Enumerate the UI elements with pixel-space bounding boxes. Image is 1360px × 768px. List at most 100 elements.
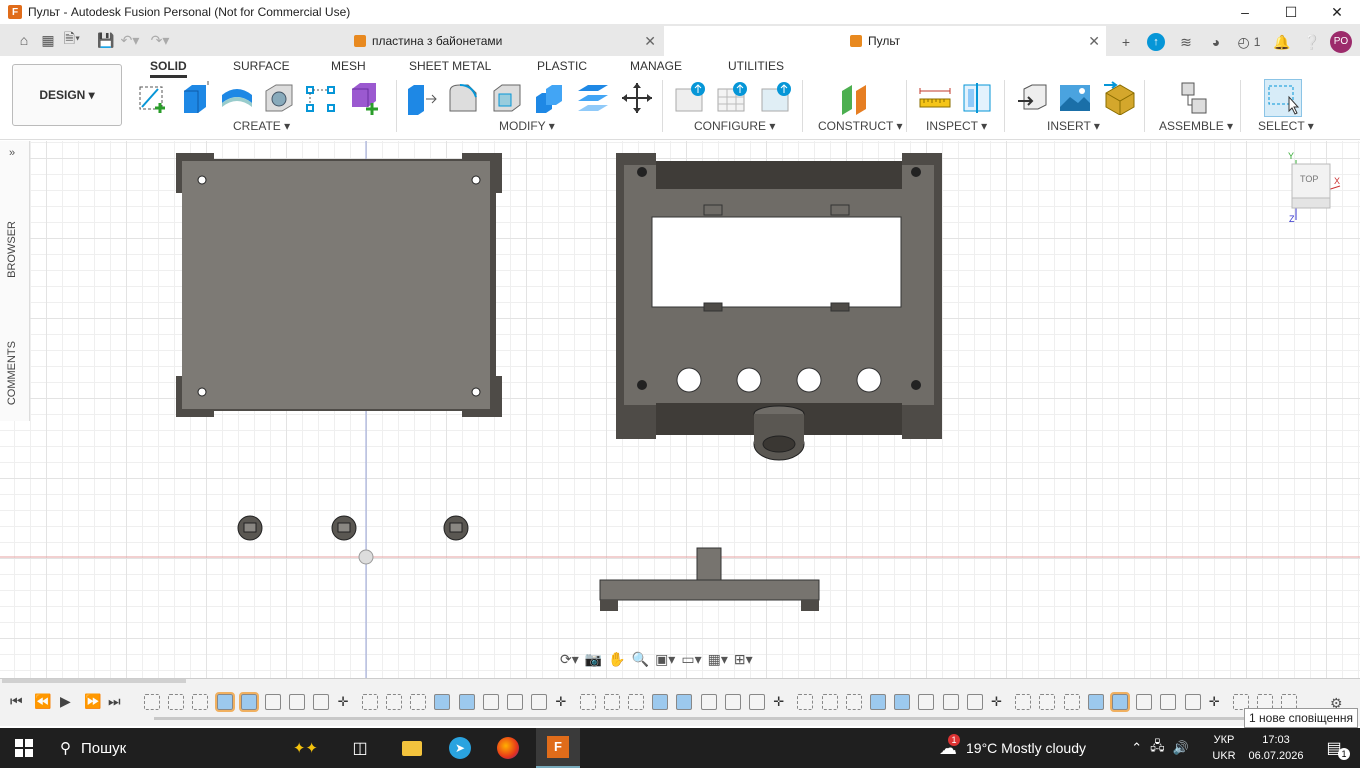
timeline-feature-fillet-icon[interactable] bbox=[749, 694, 765, 710]
insert-mesh-icon[interactable] bbox=[1102, 81, 1136, 115]
timeline-feature-move-icon[interactable]: ✛ bbox=[555, 694, 571, 710]
configure-icon[interactable] bbox=[674, 81, 708, 115]
timeline-feature-sketch-icon[interactable] bbox=[845, 694, 862, 710]
timeline-feature-extrude-icon[interactable] bbox=[894, 694, 911, 710]
hole-icon[interactable] bbox=[262, 81, 296, 115]
help-icon[interactable]: ❔ bbox=[1300, 30, 1324, 54]
start-button[interactable] bbox=[0, 728, 48, 768]
timeline-feature-fillet-icon[interactable] bbox=[531, 694, 548, 710]
timeline-feature-sketch-icon[interactable] bbox=[821, 694, 838, 710]
comments-panel-toggle[interactable]: COMMENTS bbox=[6, 341, 18, 405]
insert-group-label[interactable]: INSERT ▾ bbox=[1047, 119, 1100, 133]
timeline-play-icon[interactable]: ▶ bbox=[60, 693, 71, 710]
insert-canvas-icon[interactable] bbox=[1058, 81, 1092, 115]
close-tab-icon[interactable]: ✕ bbox=[1088, 33, 1100, 50]
view-cube[interactable]: TOP Y X Z bbox=[1288, 151, 1341, 224]
timeline-feature-extrude-icon[interactable] bbox=[238, 692, 259, 712]
timeline-feature-fillet-icon[interactable] bbox=[966, 694, 983, 710]
close-window-button[interactable]: ✕ bbox=[1314, 0, 1360, 24]
zoom-icon[interactable]: 🔍 bbox=[632, 651, 649, 668]
viewcube-face-top[interactable]: TOP bbox=[1300, 174, 1318, 184]
configure-table-icon[interactable] bbox=[716, 81, 750, 115]
timeline-feature-extrude-icon[interactable] bbox=[458, 694, 475, 710]
timeline-feature-sketch-icon[interactable] bbox=[1039, 694, 1056, 710]
new-component-icon[interactable] bbox=[1176, 81, 1210, 115]
job-status-icon[interactable]: ◴ 1 bbox=[1234, 30, 1264, 54]
inspect-group-label[interactable]: INSPECT ▾ bbox=[926, 119, 987, 133]
weather-text[interactable]: 19°C Mostly cloudy bbox=[966, 728, 1096, 768]
timeline-feature-revolve-icon[interactable] bbox=[942, 694, 959, 710]
tab-manage[interactable]: MANAGE bbox=[630, 59, 682, 73]
timeline-feature-sketch-icon[interactable] bbox=[386, 694, 402, 710]
shell-icon[interactable] bbox=[490, 81, 524, 115]
firefox-icon[interactable] bbox=[488, 728, 528, 768]
avatar[interactable]: PO bbox=[1330, 31, 1352, 53]
timeline-scrollbar[interactable] bbox=[154, 717, 1244, 720]
timeline-feature-extrude-icon[interactable] bbox=[434, 694, 451, 710]
fusion-taskbar-icon[interactable]: F bbox=[536, 728, 580, 768]
file-menu-icon[interactable]: 🗎▾ bbox=[60, 28, 84, 52]
timeline-feature-revolve-icon[interactable] bbox=[507, 694, 523, 710]
timeline-feature-fillet-icon[interactable] bbox=[1184, 694, 1201, 710]
task-view-icon[interactable]: ◫ bbox=[340, 728, 380, 768]
online-status-icon[interactable]: ◕ bbox=[1204, 30, 1228, 54]
timeline-feature-sketch-icon[interactable] bbox=[603, 694, 620, 710]
pan-icon[interactable]: ✋ bbox=[608, 651, 625, 668]
timeline-feature-sketch-icon[interactable] bbox=[168, 694, 185, 710]
create-group-label[interactable]: CREATE ▾ bbox=[233, 119, 290, 133]
measure-icon[interactable] bbox=[918, 81, 952, 115]
configure-group-label[interactable]: CONFIGURE ▾ bbox=[694, 119, 775, 133]
timeline-feature-extrude-icon[interactable] bbox=[870, 694, 886, 710]
notifications-bell-icon[interactable]: 🔔 bbox=[1270, 30, 1294, 54]
notification-toast[interactable]: 1 нове сповіщення bbox=[1244, 708, 1358, 728]
timeline-feature-sketch-icon[interactable] bbox=[361, 694, 378, 710]
revolve-icon[interactable] bbox=[220, 81, 254, 115]
new-tab-icon[interactable]: + bbox=[1114, 30, 1138, 54]
modify-group-label[interactable]: MODIFY ▾ bbox=[499, 119, 555, 133]
assemble-group-label[interactable]: ASSEMBLE ▾ bbox=[1159, 119, 1233, 133]
timeline-feature-fillet-icon[interactable] bbox=[1136, 694, 1153, 710]
language-indicator[interactable]: УКР UKR bbox=[1206, 728, 1242, 768]
move-copy-icon[interactable] bbox=[620, 81, 654, 115]
timeline-feature-move-icon[interactable]: ✛ bbox=[1209, 694, 1225, 710]
create-form-icon[interactable] bbox=[348, 81, 382, 115]
timeline-start-icon[interactable]: ⏮ bbox=[10, 693, 23, 710]
timeline-feature-move-icon[interactable]: ✛ bbox=[338, 694, 354, 710]
timeline-feature-extrude-icon[interactable] bbox=[1087, 694, 1104, 710]
create-sketch-icon[interactable] bbox=[136, 81, 170, 115]
timeline-feature-revolve-icon[interactable] bbox=[724, 694, 741, 710]
offset-plane-icon[interactable] bbox=[838, 81, 872, 115]
grid-apps-icon[interactable]: ▦ bbox=[36, 28, 60, 52]
data-panel-icon[interactable]: ≋ bbox=[1174, 30, 1198, 54]
timeline-feature-fillet-icon[interactable] bbox=[918, 694, 935, 710]
timeline-feature-sketch-icon[interactable] bbox=[797, 694, 814, 710]
timeline-feature-sketch-icon[interactable] bbox=[192, 694, 209, 710]
timeline-feature-move-icon[interactable]: ✛ bbox=[773, 694, 789, 710]
timeline-end-icon[interactable]: ⏭ bbox=[108, 693, 121, 710]
timeline-feature-extrude-icon[interactable] bbox=[676, 694, 693, 710]
timeline-feature-fillet-icon[interactable] bbox=[313, 694, 330, 710]
weather-icon[interactable]: ☁ 1 bbox=[930, 728, 966, 768]
timeline-feature-revolve-icon[interactable] bbox=[289, 694, 306, 710]
tab-solid[interactable]: SOLID bbox=[150, 59, 187, 78]
close-tab-icon[interactable]: ✕ bbox=[644, 33, 656, 50]
press-pull-icon[interactable] bbox=[404, 81, 438, 115]
chevron-up-icon[interactable]: ⌃ bbox=[1131, 740, 1142, 756]
tab-plastyna[interactable]: пластина з байонетами ✕ bbox=[340, 26, 662, 56]
timeline-feature-extrude-icon[interactable] bbox=[652, 694, 669, 710]
grid-settings-icon[interactable]: ▦▾ bbox=[708, 651, 728, 668]
viewports-icon[interactable]: ⊞▾ bbox=[734, 651, 753, 668]
timeline-feature-extrude-icon[interactable] bbox=[214, 692, 235, 712]
fillet-icon[interactable] bbox=[446, 81, 480, 115]
construct-group-label[interactable]: CONSTRUCT ▾ bbox=[818, 119, 902, 133]
timeline-feature-move-icon[interactable]: ✛ bbox=[991, 694, 1007, 710]
tab-mesh[interactable]: MESH bbox=[331, 59, 366, 73]
tab-utilities[interactable]: UTILITIES bbox=[728, 59, 784, 73]
configure-rule-icon[interactable] bbox=[760, 81, 794, 115]
look-at-icon[interactable]: 📷 bbox=[585, 651, 602, 668]
orbit-icon[interactable]: ⟳▾ bbox=[560, 651, 579, 668]
workspace-switcher[interactable]: DESIGN ▾ bbox=[12, 64, 122, 126]
save-icon[interactable]: 💾 bbox=[94, 28, 118, 52]
undo-icon[interactable]: ↶▾ bbox=[118, 28, 142, 52]
combine-icon[interactable] bbox=[532, 81, 566, 115]
